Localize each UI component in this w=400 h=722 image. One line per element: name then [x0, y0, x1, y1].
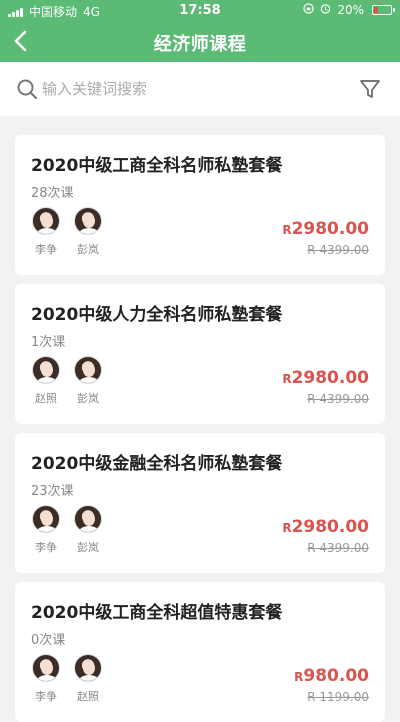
- course-card[interactable]: 2020中级人力全科名师私塾套餐 1次课 赵照 彭岚 R2980.00 R 43…: [15, 284, 385, 424]
- teacher-name: 彭岚: [77, 243, 99, 256]
- status-bar: 中国移动 4G 17:58 20%: [0, 0, 400, 22]
- original-price: R 1199.00: [307, 690, 369, 704]
- teacher: 彭岚: [73, 356, 103, 406]
- course-title: 2020中级工商全科超值特惠套餐: [31, 603, 283, 623]
- course-card[interactable]: 2020中级工商全科超值特惠套餐 0次课 李争 赵照 R980.00 R 119…: [15, 582, 385, 722]
- course-title: 2020中级金融全科名师私塾套餐: [31, 454, 283, 474]
- filter-icon[interactable]: [358, 77, 382, 101]
- price: R980.00: [294, 666, 369, 686]
- alarm-icon: [320, 3, 331, 17]
- lesson-count: 1次课: [31, 335, 66, 350]
- avatar: [74, 505, 102, 533]
- teacher: 彭岚: [73, 505, 103, 555]
- teacher-name: 彭岚: [77, 392, 99, 405]
- lesson-count: 28次课: [31, 186, 74, 201]
- lesson-count: 0次课: [31, 633, 66, 648]
- avatar: [74, 207, 102, 235]
- battery-icon: [372, 5, 395, 15]
- price: R2980.00: [282, 219, 369, 239]
- teacher: 李争: [31, 505, 61, 555]
- teacher: 彭岚: [73, 207, 103, 257]
- search-icon: [17, 79, 37, 99]
- course-card[interactable]: 2020中级工商全科名师私塾套餐 28次课 李争 彭岚 R2980.00 R 4…: [15, 135, 385, 275]
- course-title: 2020中级人力全科名师私塾套餐: [31, 305, 283, 325]
- teacher-name: 李争: [35, 541, 57, 554]
- teacher: 赵照: [73, 654, 103, 704]
- battery-fill: [374, 7, 378, 13]
- header: 中国移动 4G 17:58 20% 经济师课程: [0, 0, 400, 62]
- page-title: 经济师课程: [153, 34, 247, 55]
- avatar: [32, 207, 60, 235]
- course-card[interactable]: 2020中级金融全科名师私塾套餐 23次课 李争 彭岚 R2980.00 R 4…: [15, 433, 385, 573]
- avatar: [32, 356, 60, 384]
- avatar: [32, 654, 60, 682]
- original-price: R 4399.00: [307, 541, 369, 555]
- teacher-name: 赵照: [35, 392, 57, 405]
- price: R2980.00: [282, 368, 369, 388]
- price: R2980.00: [282, 517, 369, 537]
- lesson-count: 23次课: [31, 484, 74, 499]
- teacher-name: 李争: [35, 243, 57, 256]
- original-price: R 4399.00: [307, 392, 369, 406]
- course-title: 2020中级工商全科名师私塾套餐: [31, 156, 283, 176]
- avatar: [74, 654, 102, 682]
- teacher: 李争: [31, 207, 61, 257]
- teacher: 赵照: [31, 356, 61, 406]
- teacher: 李争: [31, 654, 61, 704]
- search-input[interactable]: [42, 75, 342, 103]
- search-bar: [0, 62, 400, 116]
- teacher-name: 赵照: [77, 690, 99, 703]
- lock-rotation-icon: [303, 3, 315, 17]
- original-price: R 4399.00: [307, 243, 369, 257]
- teacher-name: 李争: [35, 690, 57, 703]
- battery-percent: 20%: [337, 3, 364, 17]
- avatar: [32, 505, 60, 533]
- avatar: [74, 356, 102, 384]
- teacher-name: 彭岚: [77, 541, 99, 554]
